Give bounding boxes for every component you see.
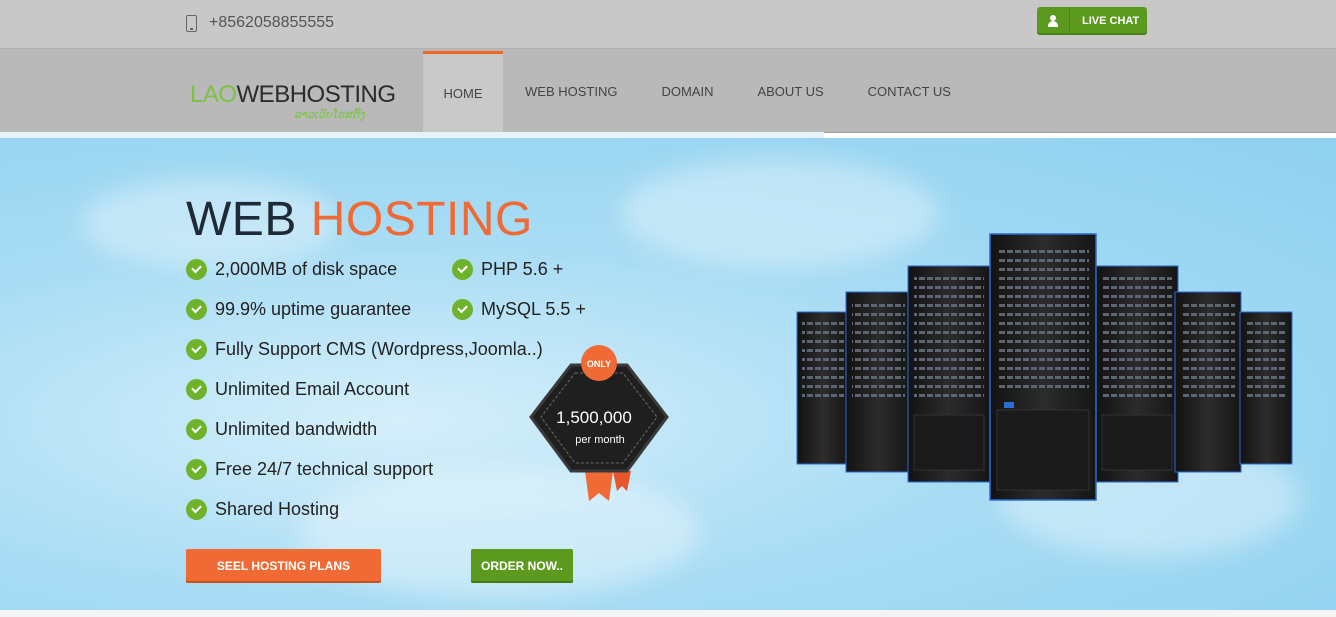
check-icon: [452, 299, 473, 320]
order-now-button[interactable]: ORDER NOW..: [471, 549, 573, 583]
feature-text: 2,000MB of disk space: [215, 259, 398, 279]
server-racks-illustration: [796, 233, 1293, 501]
nav-domain[interactable]: DOMAIN: [639, 51, 735, 132]
server-rack: [796, 311, 850, 465]
feature-item: Unlimited Email Account: [186, 379, 409, 400]
phone-contact: +8562058855555: [186, 14, 334, 32]
hero-title: WEB HOSTING: [186, 192, 533, 247]
feature-item: MySQL 5.5 +: [452, 299, 586, 320]
feature-text: PHP 5.6 +: [481, 259, 564, 279]
server-rack: [1174, 291, 1242, 473]
feature-item: 99.9% uptime guarantee: [186, 299, 411, 320]
feature-item: 2,000MB of disk space: [186, 259, 397, 280]
server-rack-center: [989, 233, 1097, 501]
site-logo[interactable]: LAOWEBHOSTING: [190, 83, 396, 107]
feature-item: Fully Support CMS (Wordpress,Joomla..): [186, 339, 543, 360]
logo-subtitle: ລາວເວັບໂຮສຕິ້ງ: [294, 108, 365, 121]
logo-lao: LAO: [190, 81, 237, 108]
check-icon: [186, 339, 207, 360]
live-chat-button[interactable]: LIVE CHAT: [1037, 7, 1147, 35]
badge-ribbon: ONLY: [587, 359, 611, 369]
user-icon-wrap: [1037, 7, 1070, 35]
feature-text: Free 24/7 technical support: [215, 459, 434, 479]
server-rack: [845, 291, 912, 473]
nav-contact-us[interactable]: CONTACT US: [846, 51, 973, 132]
user-icon: [1047, 15, 1059, 27]
footer-strip: [0, 610, 1336, 617]
check-icon: [186, 499, 207, 520]
feature-text: MySQL 5.5 +: [481, 299, 586, 319]
feature-item: Shared Hosting: [186, 499, 339, 520]
top-bar: +8562058855555 LIVE CHAT: [0, 0, 1336, 49]
price-badge: ONLY 1,500,000 per month: [529, 345, 669, 501]
check-icon: [186, 459, 207, 480]
feature-item: PHP 5.6 +: [452, 259, 563, 280]
feature-item: Unlimited bandwidth: [186, 419, 377, 440]
feature-text: Unlimited bandwidth: [215, 419, 378, 439]
phone-number: +8562058855555: [209, 14, 335, 31]
nav-home[interactable]: HOME: [423, 51, 503, 132]
server-rack: [1239, 311, 1293, 465]
check-icon: [452, 259, 473, 280]
feature-text: Fully Support CMS (Wordpress,Joomla..): [215, 339, 543, 359]
logo-webhosting: WEBHOSTING: [236, 81, 397, 108]
see-hosting-plans-button[interactable]: SEEL HOSTING PLANS: [186, 549, 381, 583]
live-chat-label: LIVE CHAT: [1082, 15, 1140, 27]
server-rack: [1095, 265, 1179, 483]
badge-period: per month: [575, 434, 625, 446]
feature-text: 99.9% uptime guarantee: [215, 299, 412, 319]
hero-title-web: WEB: [186, 193, 297, 246]
feature-text: Unlimited Email Account: [215, 379, 410, 399]
feature-item: Free 24/7 technical support: [186, 459, 433, 480]
mobile-phone-icon: [186, 14, 197, 32]
feature-text: Shared Hosting: [215, 499, 340, 519]
hero-title-hosting: HOSTING: [310, 193, 533, 246]
badge-price: 1,500,000: [556, 408, 632, 427]
check-icon: [186, 419, 207, 440]
nav-web-hosting[interactable]: WEB HOSTING: [503, 51, 639, 132]
check-icon: [186, 379, 207, 400]
check-icon: [186, 299, 207, 320]
nav-about-us[interactable]: ABOUT US: [735, 51, 845, 132]
main-nav: HOME WEB HOSTING DOMAIN ABOUT US CONTACT…: [423, 51, 973, 132]
server-rack: [907, 265, 991, 483]
check-icon: [186, 259, 207, 280]
